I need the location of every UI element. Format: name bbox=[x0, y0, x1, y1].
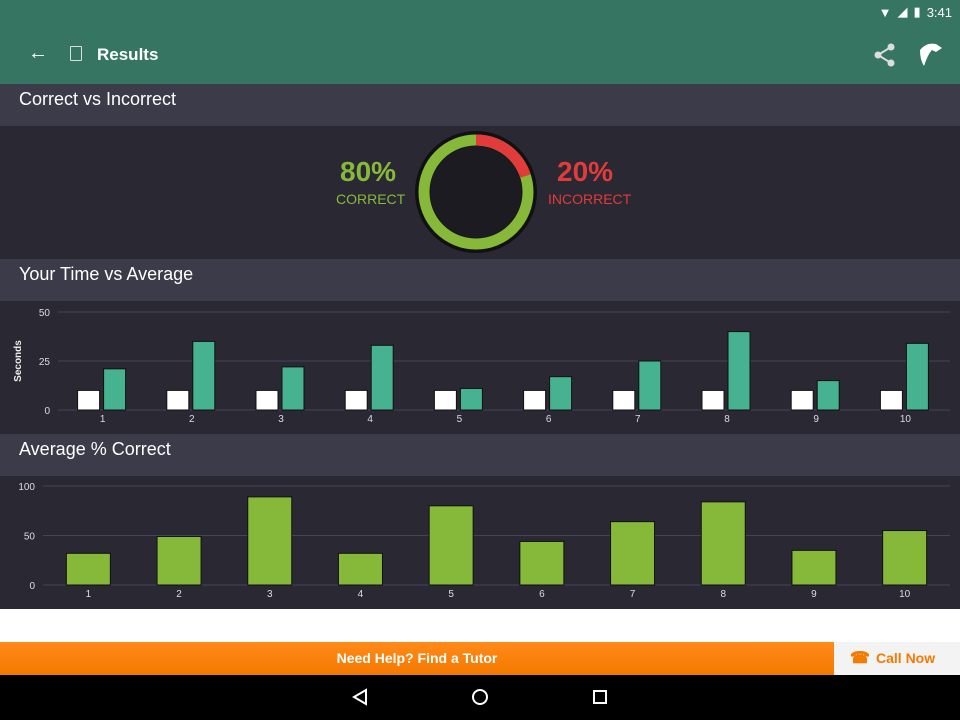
x-tick-label: 2 bbox=[176, 589, 182, 600]
bar-average-correct bbox=[428, 505, 474, 586]
wifi-icon: ▼ bbox=[878, 4, 892, 20]
correct-vs-incorrect-panel: 80% CORRECT 20% INCORRECT bbox=[0, 126, 960, 259]
average-correct-chart: 0 50 100 1 2 3 4 5 6 7 8 9 10 bbox=[18, 482, 950, 600]
bar-your-time bbox=[701, 389, 725, 411]
bar-average-correct bbox=[247, 496, 293, 586]
signal-icon: ◢ bbox=[897, 4, 908, 19]
phone-icon: ☎ bbox=[850, 650, 870, 667]
bar-average bbox=[370, 344, 394, 411]
incorrect-percent: 20% bbox=[557, 156, 614, 187]
system-nav-bar bbox=[0, 675, 960, 720]
call-now-button[interactable]: ☎ Call Now bbox=[834, 642, 960, 675]
bar-average bbox=[816, 380, 840, 411]
x-tick-label: 6 bbox=[546, 414, 552, 425]
bar-your-time bbox=[790, 389, 814, 411]
x-tick-label: 3 bbox=[267, 589, 273, 600]
document-icon bbox=[70, 46, 82, 61]
x-tick-label: 10 bbox=[900, 414, 912, 425]
bar-average-correct bbox=[882, 530, 928, 586]
y-tick-label: 50 bbox=[24, 532, 36, 543]
battery-icon: ▮ bbox=[913, 4, 921, 19]
bar-average-correct bbox=[700, 501, 746, 586]
correct-label: CORRECT bbox=[336, 191, 406, 207]
correct-percent: 80% bbox=[340, 156, 397, 187]
x-tick-label: 10 bbox=[899, 589, 911, 600]
share-icon[interactable] bbox=[872, 42, 898, 68]
bar-your-time bbox=[879, 389, 903, 411]
x-tick-label: 1 bbox=[100, 414, 106, 425]
bar-average bbox=[727, 331, 751, 411]
time-vs-average-chart: 0 25 50 Seconds 1 2 3 4 5 6 7 8 9 10 bbox=[13, 308, 950, 425]
x-tick-label: 8 bbox=[720, 589, 726, 600]
section-avg-header: Average % Correct bbox=[0, 434, 960, 476]
bar-your-time bbox=[166, 389, 190, 411]
y-axis-label: Seconds bbox=[13, 340, 24, 382]
status-bar: ▼ ◢ ▮ 3:41 bbox=[879, 4, 952, 20]
nav-recents-icon[interactable] bbox=[590, 687, 610, 707]
section-correct-header: Correct vs Incorrect bbox=[0, 84, 960, 126]
bar-average-correct bbox=[156, 535, 202, 586]
x-tick-label: 5 bbox=[448, 589, 454, 600]
x-tick-label: 4 bbox=[367, 414, 373, 425]
bar-average bbox=[103, 368, 127, 411]
bar-average-correct bbox=[610, 521, 656, 586]
bar-your-time bbox=[523, 389, 547, 411]
find-tutor-banner[interactable]: Need Help? Find a Tutor bbox=[0, 642, 834, 675]
y-tick-label: 0 bbox=[44, 406, 50, 417]
x-tick-label: 5 bbox=[457, 414, 463, 425]
page-title: Results bbox=[97, 45, 159, 64]
bar-average bbox=[192, 340, 216, 411]
bar-average bbox=[459, 387, 483, 411]
y-tick-label: 50 bbox=[39, 308, 51, 319]
section-time-header: Your Time vs Average bbox=[0, 259, 960, 301]
nav-back-icon[interactable] bbox=[350, 687, 370, 707]
x-tick-label: 6 bbox=[539, 589, 545, 600]
bar-your-time bbox=[77, 389, 101, 411]
y-tick-label: 25 bbox=[39, 357, 51, 368]
app-logo-icon[interactable] bbox=[916, 40, 944, 68]
x-tick-label: 7 bbox=[630, 589, 636, 600]
bar-average bbox=[638, 360, 662, 411]
y-tick-label: 100 bbox=[18, 482, 35, 493]
bar-your-time bbox=[433, 389, 457, 411]
x-tick-label: 9 bbox=[813, 414, 819, 425]
app-bar: ▼ ◢ ▮ 3:41 ← Results bbox=[0, 0, 960, 84]
bar-average-correct bbox=[337, 552, 383, 586]
bar-your-time bbox=[344, 389, 368, 411]
bar-average-correct bbox=[791, 549, 837, 586]
bar-your-time bbox=[612, 389, 636, 411]
bar-average-correct bbox=[519, 540, 565, 586]
bar-your-time bbox=[255, 389, 279, 411]
x-tick-label: 9 bbox=[811, 589, 817, 600]
bar-average-correct bbox=[65, 552, 111, 586]
call-now-label: Call Now bbox=[876, 650, 936, 666]
incorrect-label: INCORRECT bbox=[548, 191, 632, 207]
bar-average bbox=[281, 366, 305, 411]
y-tick-label: 0 bbox=[29, 581, 35, 592]
x-tick-label: 7 bbox=[635, 414, 641, 425]
bar-average bbox=[905, 342, 929, 411]
back-arrow-icon[interactable]: ← bbox=[28, 42, 48, 65]
x-tick-label: 8 bbox=[724, 414, 730, 425]
x-tick-label: 1 bbox=[86, 589, 92, 600]
x-tick-label: 2 bbox=[189, 414, 195, 425]
donut-chart bbox=[415, 131, 537, 253]
bar-average bbox=[549, 376, 573, 411]
ad-space bbox=[0, 609, 960, 642]
nav-home-icon[interactable] bbox=[470, 687, 490, 707]
clock: 3:41 bbox=[926, 4, 952, 20]
x-tick-label: 3 bbox=[278, 414, 284, 425]
x-tick-label: 4 bbox=[358, 589, 364, 600]
